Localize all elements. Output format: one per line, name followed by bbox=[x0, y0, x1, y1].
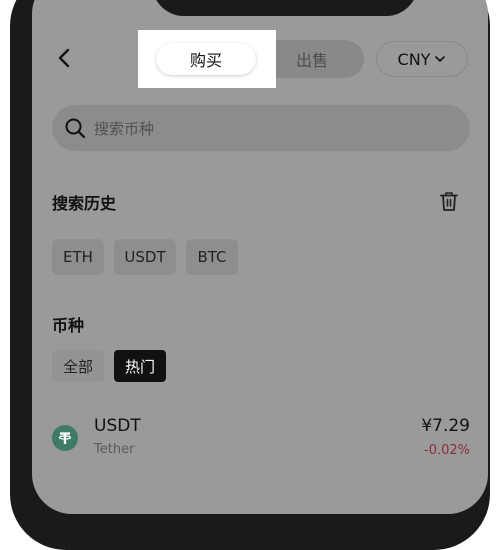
history-chip-usdt[interactable]: USDT bbox=[114, 239, 176, 275]
coins-section-title: 币种 bbox=[52, 316, 85, 335]
history-chip-eth[interactable]: ETH bbox=[52, 239, 104, 275]
currency-label: CNY bbox=[397, 49, 431, 69]
trash-icon[interactable] bbox=[438, 190, 460, 212]
coin-symbol: USDT bbox=[94, 416, 141, 436]
tab-all-coins[interactable]: 全部 bbox=[52, 350, 104, 382]
search-history-title: 搜索历史 bbox=[52, 194, 117, 213]
back-button[interactable] bbox=[52, 46, 76, 76]
history-chip-btc[interactable]: BTC bbox=[186, 239, 238, 275]
coin-name: Tether bbox=[94, 442, 135, 457]
tether-logo-icon bbox=[52, 425, 78, 451]
tab-hot-coins[interactable]: 热门 bbox=[114, 350, 166, 382]
chevron-left-icon bbox=[58, 48, 70, 68]
currency-selector[interactable]: CNY bbox=[376, 41, 468, 77]
phone-notch bbox=[152, 0, 418, 16]
tab-buy[interactable]: 购买 bbox=[156, 43, 256, 75]
phone-frame: 购买 出售 CNY 搜索币种 搜索历史 ETH USDT BTC 币种 全部 热… bbox=[10, 0, 490, 550]
search-placeholder: 搜索币种 bbox=[94, 119, 155, 138]
coin-list-item[interactable]: USDT Tether ¥7.29 -0.02% bbox=[32, 410, 488, 470]
coin-price: ¥7.29 bbox=[421, 416, 470, 436]
tab-sell[interactable]: 出售 bbox=[272, 43, 352, 75]
search-icon bbox=[65, 118, 86, 139]
coin-change: -0.02% bbox=[424, 443, 470, 458]
chevron-down-icon bbox=[435, 56, 446, 62]
search-input[interactable]: 搜索币种 bbox=[52, 105, 470, 151]
app-screen: 购买 出售 CNY 搜索币种 搜索历史 ETH USDT BTC 币种 全部 热… bbox=[32, 0, 488, 514]
